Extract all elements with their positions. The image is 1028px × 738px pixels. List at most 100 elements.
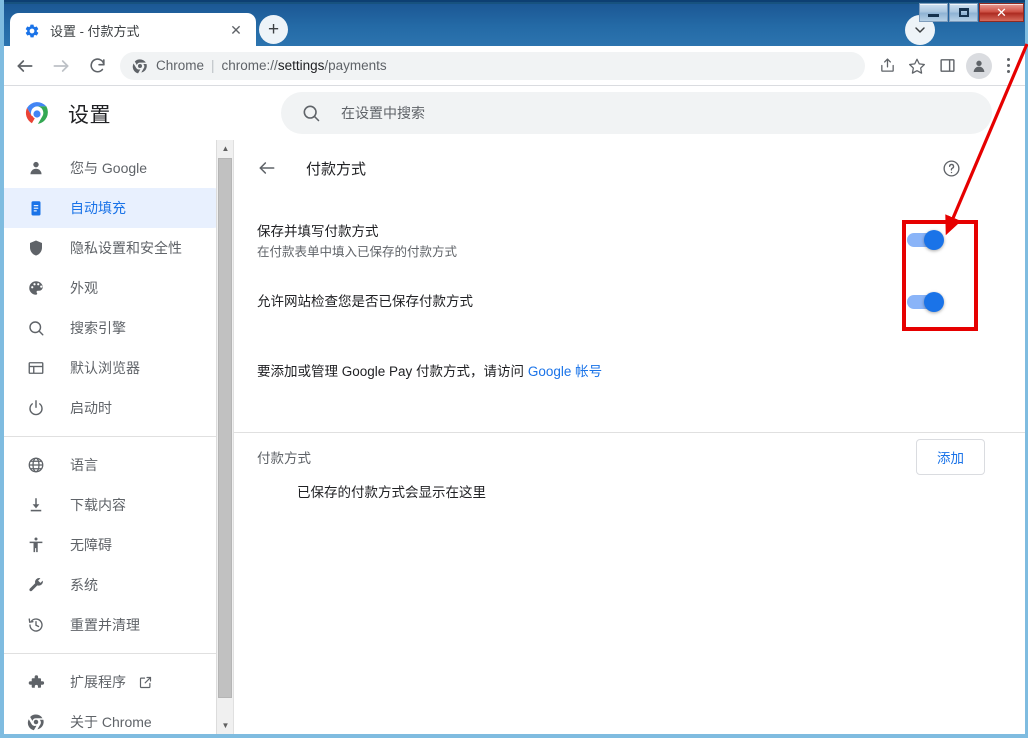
toggle-knob — [924, 292, 944, 312]
browser-window-icon — [26, 358, 46, 378]
sidebar-item-label: 重置并清理 — [70, 617, 140, 633]
setting-row-save-and-fill[interactable]: 保存并填写付款方式 在付款表单中填入已保存的付款方式 — [234, 222, 1025, 266]
sidebar-item-system[interactable]: 系统 — [4, 565, 233, 605]
settings-main-pane: 付款方式 保存并填写付款方式 在付款表单中填入已保存的付款方式 允许网站检查您是… — [234, 140, 1025, 734]
title-bar-gloss — [0, 2, 1028, 4]
sidebar-item-label: 无障碍 — [70, 537, 112, 553]
help-circle-icon[interactable] — [942, 159, 961, 178]
add-payment-method-button[interactable]: 添加 — [916, 439, 985, 475]
sidebar-item-accessibility[interactable]: 无障碍 — [4, 525, 233, 565]
sidebar-item-about-chrome[interactable]: 关于 Chrome — [4, 702, 233, 734]
sidebar-item-extensions[interactable]: 扩展程序 — [4, 662, 233, 702]
address-bar[interactable]: Chrome | chrome://settings/payments — [120, 51, 865, 80]
chrome-icon — [132, 58, 148, 74]
sidebar-item-default-browser[interactable]: 默认浏览器 — [4, 348, 233, 388]
new-tab-button[interactable]: + — [259, 15, 288, 44]
google-account-link[interactable]: Google 帐号 — [528, 364, 602, 379]
setting-row-allow-sites-check[interactable]: 允许网站检查您是否已保存付款方式 — [234, 292, 1025, 336]
share-icon[interactable] — [873, 52, 901, 80]
sidebar-item-privacy-security[interactable]: 隐私设置和安全性 — [4, 228, 233, 268]
settings-body: 您与 Google 自动填充 隐私设置和安全性 外观 搜索引擎 默认浏览器 启动… — [4, 140, 1025, 734]
close-button[interactable]: ✕ — [979, 3, 1024, 22]
setting-title: 允许网站检查您是否已保存付款方式 — [257, 294, 473, 309]
omnibox-scheme-label: Chrome — [156, 58, 205, 73]
history-restore-icon — [26, 615, 46, 635]
person-icon — [26, 158, 46, 178]
scrollbar-thumb[interactable] — [218, 158, 232, 698]
sidebar-item-label: 启动时 — [70, 400, 112, 416]
star-icon[interactable] — [903, 52, 931, 80]
browser-tab[interactable]: 设置 - 付款方式 ✕ — [10, 13, 256, 48]
sidebar-item-label: 关于 Chrome — [70, 714, 152, 730]
sidebar-item-downloads[interactable]: 下载内容 — [4, 485, 233, 525]
payment-methods-title: 付款方式 — [257, 451, 311, 466]
chrome-icon — [26, 712, 46, 732]
settings-search-placeholder: 在设置中搜索 — [341, 105, 425, 121]
omnibox-separator: | — [211, 58, 215, 73]
main-header: 付款方式 — [234, 140, 1025, 196]
sidebar-item-reset-cleanup[interactable]: 重置并清理 — [4, 605, 233, 645]
sidebar-item-label: 外观 — [70, 280, 98, 296]
page-title: 设置 — [68, 103, 111, 127]
maximize-button[interactable] — [949, 3, 978, 22]
omnibox-url-highlight: settings — [277, 58, 325, 73]
google-pay-note-text: 要添加或管理 Google Pay 付款方式，请访问 Google 帐号 — [257, 362, 985, 381]
sidebar-item-label: 扩展程序 — [70, 674, 126, 690]
sidebar-item-search-engine[interactable]: 搜索引擎 — [4, 308, 233, 348]
setting-subtitle: 在付款表单中填入已保存的付款方式 — [257, 245, 458, 259]
settings-sidebar: 您与 Google 自动填充 隐私设置和安全性 外观 搜索引擎 默认浏览器 启动… — [4, 140, 233, 734]
payment-methods-section-header: 付款方式 添加 — [234, 433, 1025, 481]
search-icon — [26, 318, 46, 338]
sidebar-item-on-startup[interactable]: 启动时 — [4, 388, 233, 428]
toggle-allow-sites-check[interactable] — [907, 292, 944, 312]
settings-search-box[interactable]: 在设置中搜索 — [281, 92, 992, 134]
search-icon — [301, 103, 321, 123]
chrome-logo-icon — [24, 101, 50, 127]
sidebar-item-languages[interactable]: 语言 — [4, 445, 233, 485]
scrollbar-up-arrow[interactable]: ▲ — [217, 140, 233, 157]
tab-close-icon[interactable]: ✕ — [226, 21, 246, 41]
shield-icon — [26, 238, 46, 258]
minimize-button[interactable] — [919, 3, 948, 22]
wrench-icon — [26, 575, 46, 595]
accessibility-icon — [26, 535, 46, 555]
side-panel-icon[interactable] — [933, 52, 961, 80]
back-arrow-icon[interactable] — [10, 51, 40, 81]
clipboard-icon — [26, 198, 46, 218]
scrollbar-down-arrow[interactable]: ▼ — [217, 717, 233, 734]
browser-toolbar: Chrome | chrome://settings/payments — [4, 46, 1025, 86]
sidebar-scrollbar[interactable]: ▲ ▼ — [216, 140, 233, 734]
settings-gear-icon — [24, 23, 40, 39]
sidebar-item-label: 下载内容 — [70, 497, 126, 513]
toggle-save-and-fill[interactable] — [907, 230, 944, 250]
power-icon — [26, 398, 46, 418]
omnibox-url-prefix: chrome:// — [221, 58, 278, 73]
browser-window: 设置 - 付款方式 ✕ + ✕ Chrome | chrome:// setti… — [0, 0, 1028, 738]
puzzle-icon — [26, 672, 46, 692]
sidebar-item-autofill[interactable]: 自动填充 — [4, 188, 233, 228]
sidebar-group-2: 语言 下载内容 无障碍 系统 重置并清理 — [4, 445, 233, 645]
forward-arrow-icon[interactable] — [46, 51, 76, 81]
sidebar-item-appearance[interactable]: 外观 — [4, 268, 233, 308]
three-dots-menu-icon[interactable] — [995, 58, 1021, 73]
palette-icon — [26, 278, 46, 298]
tab-title: 设置 - 付款方式 — [50, 24, 140, 39]
setting-title: 保存并填写付款方式 — [257, 224, 379, 239]
sidebar-item-label: 自动填充 — [70, 200, 126, 216]
google-pay-note-row: 要添加或管理 Google Pay 付款方式，请访问 Google 帐号 — [234, 362, 1025, 406]
download-icon — [26, 495, 46, 515]
reload-icon[interactable] — [82, 51, 112, 81]
sidebar-divider-2 — [4, 653, 233, 654]
payment-methods-empty-message: 已保存的付款方式会显示在这里 — [297, 485, 486, 500]
window-caption-buttons: ✕ — [919, 3, 1024, 22]
sidebar-item-you-and-google[interactable]: 您与 Google — [4, 148, 233, 188]
toggle-knob — [924, 230, 944, 250]
sidebar-item-label: 语言 — [70, 457, 98, 473]
open-in-new-icon[interactable] — [138, 675, 153, 690]
back-arrow-icon[interactable] — [257, 158, 277, 178]
profile-avatar-icon[interactable] — [966, 52, 992, 79]
sidebar-group-3: 扩展程序 关于 Chrome — [4, 662, 233, 734]
main-page-title: 付款方式 — [306, 160, 367, 178]
sidebar-item-label: 您与 Google — [70, 160, 148, 176]
sidebar-item-label: 搜索引擎 — [70, 320, 126, 336]
